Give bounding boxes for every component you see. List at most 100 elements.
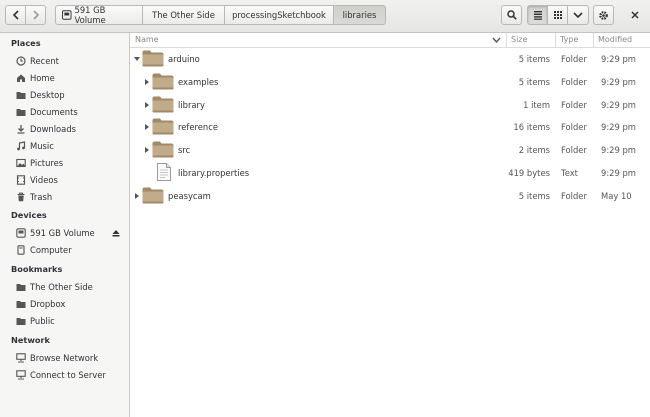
chevron-right-icon: [32, 10, 39, 20]
sidebar-item-public[interactable]: Public: [15, 313, 55, 328]
sidebar-item-label: Documents: [30, 106, 78, 117]
network-icon: [15, 352, 27, 364]
file-type: Folder: [561, 76, 587, 87]
file-type: Folder: [561, 144, 587, 155]
menu-button[interactable]: [593, 5, 614, 25]
file-name: reference: [178, 121, 218, 132]
downloads-icon: [15, 123, 27, 135]
sidebar-item-label: 591 GB Volume: [30, 227, 95, 238]
column-divider: [593, 33, 594, 47]
file-type: Folder: [561, 121, 587, 132]
folder-icon: [142, 50, 164, 67]
search-icon: [506, 10, 517, 20]
breadcrumb: 591 GB Volume The Other Side processingS…: [55, 5, 386, 25]
close-icon: [631, 11, 639, 19]
sidebar-item-label: Computer: [30, 244, 72, 255]
desktop-icon: [15, 89, 27, 101]
sidebar-item-browse-network[interactable]: Browse Network: [15, 350, 98, 365]
expander-collapsed-icon[interactable]: [143, 123, 151, 131]
breadcrumb-label: processingSketchbook: [232, 10, 326, 20]
sidebar: Places Recent Home Desktop Documents Dow…: [0, 33, 130, 417]
column-divider: [555, 33, 556, 47]
recent-icon: [15, 55, 27, 67]
view-options-button[interactable]: [567, 5, 589, 25]
column-divider: [506, 33, 507, 47]
file-row[interactable]: src 2 items Folder 9:29 pm: [130, 138, 650, 161]
file-row[interactable]: arduino 5 items Folder 9:29 pm: [130, 47, 650, 70]
sidebar-item-recent[interactable]: Recent: [15, 53, 59, 68]
music-icon: [15, 140, 27, 152]
sidebar-item-music[interactable]: Music: [15, 138, 54, 153]
file-row[interactable]: examples 5 items Folder 9:29 pm: [130, 70, 650, 93]
trash-icon: [15, 191, 27, 203]
file-name: library: [178, 99, 205, 110]
file-type: Text: [561, 167, 578, 178]
file-row[interactable]: reference 16 items Folder 9:29 pm: [130, 115, 650, 138]
sidebar-heading-network: Network: [11, 335, 50, 345]
server-icon: [15, 369, 27, 381]
file-row[interactable]: library.properties 419 bytes Text 9:29 pm: [130, 161, 650, 184]
column-header-size[interactable]: Size: [511, 35, 527, 44]
file-name: src: [178, 144, 191, 155]
folder-icon: [15, 281, 27, 293]
expander-expanded-icon[interactable]: [133, 55, 141, 63]
sidebar-item-label: Pictures: [30, 157, 64, 168]
sidebar-item-pictures[interactable]: Pictures: [15, 155, 63, 170]
file-modified: 9:29 pm: [601, 121, 636, 132]
breadcrumb-libraries[interactable]: libraries: [333, 5, 386, 25]
sidebar-item-trash[interactable]: Trash: [15, 189, 52, 204]
forward-button[interactable]: [25, 5, 46, 25]
sidebar-item-downloads[interactable]: Downloads: [15, 121, 76, 136]
breadcrumb-the-other-side[interactable]: The Other Side: [142, 5, 225, 25]
list-view-icon: [533, 11, 542, 20]
expander-collapsed-icon[interactable]: [143, 146, 151, 154]
sidebar-item-computer[interactable]: Computer: [15, 242, 72, 257]
sidebar-item-label: Public: [30, 315, 55, 326]
file-size: 5 items: [518, 53, 550, 64]
sidebar-item-home[interactable]: Home: [15, 70, 55, 85]
file-name: peasycam: [168, 190, 211, 201]
sidebar-item-the-other-side[interactable]: The Other Side: [15, 279, 93, 294]
back-button[interactable]: [5, 5, 26, 25]
column-header-name[interactable]: Name: [135, 35, 159, 44]
file-modified: May 10: [601, 190, 632, 201]
file-modified: 9:29 pm: [601, 53, 636, 64]
file-row[interactable]: peasycam 5 items Folder May 10: [130, 184, 650, 207]
folder-icon: [15, 315, 27, 327]
gear-icon: [599, 10, 608, 20]
chevron-left-icon: [12, 10, 19, 20]
expander-collapsed-icon[interactable]: [133, 192, 141, 200]
file-row[interactable]: library 1 item Folder 9:29 pm: [130, 93, 650, 116]
file-modified: 9:29 pm: [601, 99, 636, 110]
folder-icon: [152, 141, 174, 158]
folder-icon: [152, 73, 174, 90]
sidebar-item-label: Home: [30, 72, 55, 83]
file-modified: 9:29 pm: [601, 76, 636, 87]
file-size: 419 bytes: [508, 167, 550, 178]
sort-descending-icon[interactable]: [492, 37, 501, 43]
file-size: 2 items: [518, 144, 550, 155]
breadcrumb-processing-sketchbook[interactable]: processingSketchbook: [224, 5, 334, 25]
expander-collapsed-icon[interactable]: [143, 78, 151, 86]
sidebar-item-videos[interactable]: Videos: [15, 172, 58, 187]
sidebar-item-dropbox[interactable]: Dropbox: [15, 296, 65, 311]
breadcrumb-label: The Other Side: [152, 10, 215, 20]
eject-icon[interactable]: [111, 228, 121, 238]
sidebar-item-591-gb-volume[interactable]: 591 GB Volume: [15, 225, 95, 240]
sidebar-item-desktop[interactable]: Desktop: [15, 87, 65, 102]
list-view-button[interactable]: [527, 5, 548, 25]
column-header-modified[interactable]: Modified: [598, 35, 632, 44]
file-type: Folder: [561, 99, 587, 110]
grid-view-button[interactable]: [547, 5, 568, 25]
search-button[interactable]: [501, 5, 522, 25]
column-header-type[interactable]: Type: [560, 35, 578, 44]
file-size: 1 item: [523, 99, 550, 110]
breadcrumb-volume[interactable]: 591 GB Volume: [55, 5, 143, 25]
sidebar-item-label: The Other Side: [30, 281, 93, 292]
close-button[interactable]: [625, 5, 645, 25]
column-header-bar: Name Size Type Modified: [130, 33, 650, 48]
sidebar-item-connect-to-server[interactable]: Connect to Server: [15, 367, 106, 382]
expander-collapsed-icon[interactable]: [143, 101, 151, 109]
sidebar-item-documents[interactable]: Documents: [15, 104, 78, 119]
file-modified: 9:29 pm: [601, 144, 636, 155]
